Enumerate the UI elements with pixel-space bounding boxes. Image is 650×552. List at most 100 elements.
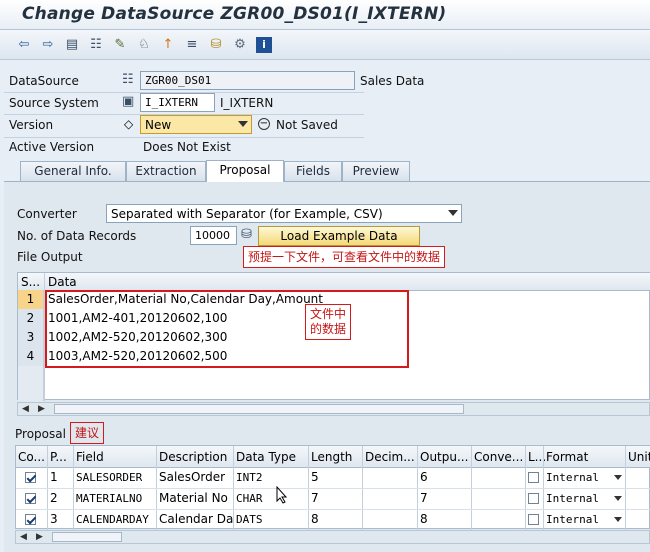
row-number[interactable]: 3 — [18, 328, 44, 347]
tab-proposal[interactable]: Proposal — [206, 160, 284, 182]
column-header-output[interactable]: Outpu... — [420, 448, 468, 466]
file-grid-header: S... Data — [18, 273, 650, 291]
version-status: Not Saved — [276, 118, 338, 132]
column-header-selector[interactable]: S... — [21, 273, 40, 291]
datasource-description: Sales Data — [360, 74, 425, 88]
column-header-decimals[interactable]: Decim... — [365, 448, 415, 466]
tab-general-info[interactable]: General Info. — [20, 161, 126, 181]
row-number[interactable]: 2 — [18, 309, 44, 328]
source-system-description: I_IXTERN — [220, 96, 274, 110]
edit-pencil-icon[interactable]: ✎ — [112, 37, 128, 53]
checkbox-checked-icon[interactable] — [25, 472, 36, 483]
row-description[interactable]: Material No — [159, 489, 233, 508]
proposal-grid-horizontal-scrollbar[interactable]: ◀ ▶ — [15, 530, 650, 544]
settings-icon[interactable]: ⚙ — [232, 37, 248, 53]
annotation-proposal: 建议 — [70, 422, 105, 444]
version-label: Version — [9, 118, 54, 132]
tab-extraction[interactable]: Extraction — [126, 161, 206, 181]
row-number[interactable]: 1 — [18, 290, 44, 309]
back-arrow-icon[interactable]: ⇦ — [16, 37, 32, 53]
row-checkbox[interactable] — [25, 489, 36, 508]
hierarchy-icon[interactable]: ☷ — [88, 37, 104, 53]
datasource-label: DataSource — [9, 74, 79, 88]
scroll-left-icon[interactable]: ◀ — [20, 531, 27, 543]
row-lowercase-checkbox[interactable] — [528, 510, 539, 529]
row-output[interactable]: 6 — [420, 468, 428, 487]
load-data-icon: ⛁ — [241, 227, 252, 242]
datasource-field[interactable]: ZGR00_DS01 — [140, 71, 355, 90]
records-input[interactable]: 10000 — [190, 226, 237, 245]
row-selector-empty — [18, 366, 44, 401]
row-length[interactable]: 5 — [311, 468, 319, 487]
chevron-down-icon[interactable] — [614, 517, 622, 522]
row-length[interactable]: 8 — [311, 510, 319, 529]
scroll-thumb[interactable] — [52, 532, 122, 542]
row-field[interactable]: CALENDARDAY — [76, 510, 149, 529]
row-number[interactable]: 4 — [18, 347, 44, 366]
row-format[interactable]: Internal — [546, 489, 624, 508]
file-output-label: File Output — [17, 250, 83, 264]
column-header-conversion[interactable]: Conve... — [474, 448, 523, 466]
column-header-position[interactable]: P... — [50, 448, 67, 466]
converter-dropdown[interactable]: Separated with Separator (for Example, C… — [106, 204, 462, 223]
display-icon[interactable]: ▤ — [64, 37, 80, 53]
row-field[interactable]: MATERIALNO — [76, 489, 142, 508]
row-data-type[interactable]: INT2 — [236, 468, 263, 487]
version-dropdown[interactable]: New — [140, 115, 252, 134]
column-header-data-type[interactable]: Data Type — [236, 448, 296, 466]
column-header-length[interactable]: Length — [311, 448, 352, 466]
row-checkbox[interactable] — [25, 468, 36, 487]
checkbox-unchecked-icon[interactable] — [528, 514, 539, 525]
row-length[interactable]: 7 — [311, 489, 319, 508]
info-icon[interactable]: i — [256, 37, 272, 53]
tab-preview[interactable]: Preview — [342, 161, 410, 181]
proposal-label: Proposal — [15, 427, 66, 441]
row-position: 1 — [50, 470, 58, 484]
row-data-type[interactable]: DATS — [236, 510, 263, 529]
checkbox-unchecked-icon[interactable] — [528, 493, 539, 504]
scroll-left-icon[interactable]: ◀ — [22, 403, 29, 415]
row-field[interactable]: SALESORDER — [76, 468, 142, 487]
chevron-down-icon[interactable] — [614, 475, 622, 480]
proposal-grid-header: Co... P... Field Description Data Type L… — [16, 446, 650, 468]
scroll-right-icon[interactable]: ▶ — [36, 531, 43, 543]
row-format[interactable]: Internal — [546, 510, 624, 529]
forward-arrow-icon[interactable]: ⇨ — [40, 37, 56, 53]
annotation-file-data: 文件中 的数据 — [305, 304, 352, 340]
source-system-icon: ▣ — [122, 94, 135, 109]
row-lowercase-checkbox[interactable] — [528, 489, 539, 508]
row-lowercase-checkbox[interactable] — [528, 468, 539, 487]
load-example-data-button[interactable]: Load Example Data — [258, 226, 420, 246]
version-selected-value: New — [145, 118, 172, 132]
tab-fields[interactable]: Fields — [284, 161, 342, 181]
records-label: No. of Data Records — [17, 229, 137, 243]
checkbox-checked-icon[interactable] — [25, 514, 36, 525]
active-version-value: Does Not Exist — [143, 140, 231, 154]
proposal-grid: Co... P... Field Description Data Type L… — [15, 445, 650, 530]
database-icon[interactable]: ⛁ — [208, 37, 224, 53]
scroll-thumb[interactable] — [54, 404, 464, 414]
chevron-down-icon[interactable] — [614, 496, 622, 501]
transport-icon[interactable]: ≡ — [184, 37, 200, 53]
info-marker-icon[interactable]: ↑ — [160, 37, 176, 53]
activate-icon[interactable]: ♘ — [136, 37, 152, 53]
row-data-type[interactable]: CHAR — [236, 489, 263, 508]
column-header-field[interactable]: Field — [76, 448, 104, 466]
column-header-format[interactable]: Format — [546, 448, 588, 466]
row-output[interactable]: 8 — [420, 510, 428, 529]
scroll-right-icon[interactable]: ▶ — [38, 403, 45, 415]
column-header-unit[interactable]: Unit — [628, 448, 650, 466]
file-grid-horizontal-scrollbar[interactable]: ◀ ▶ — [17, 402, 650, 416]
source-system-field[interactable]: I_IXTERN — [140, 93, 215, 112]
column-header-co[interactable]: Co... — [18, 448, 45, 466]
row-checkbox[interactable] — [25, 510, 36, 529]
column-header-description[interactable]: Description — [159, 448, 227, 466]
checkbox-unchecked-icon[interactable] — [528, 472, 539, 483]
column-header-data[interactable]: Data — [48, 273, 77, 291]
annotation-file-box — [45, 290, 409, 368]
checkbox-checked-icon[interactable] — [25, 493, 36, 504]
row-description[interactable]: SalesOrder — [159, 468, 233, 487]
row-description[interactable]: Calendar Day — [159, 510, 233, 529]
row-format[interactable]: Internal — [546, 468, 624, 487]
row-output[interactable]: 7 — [420, 489, 428, 508]
